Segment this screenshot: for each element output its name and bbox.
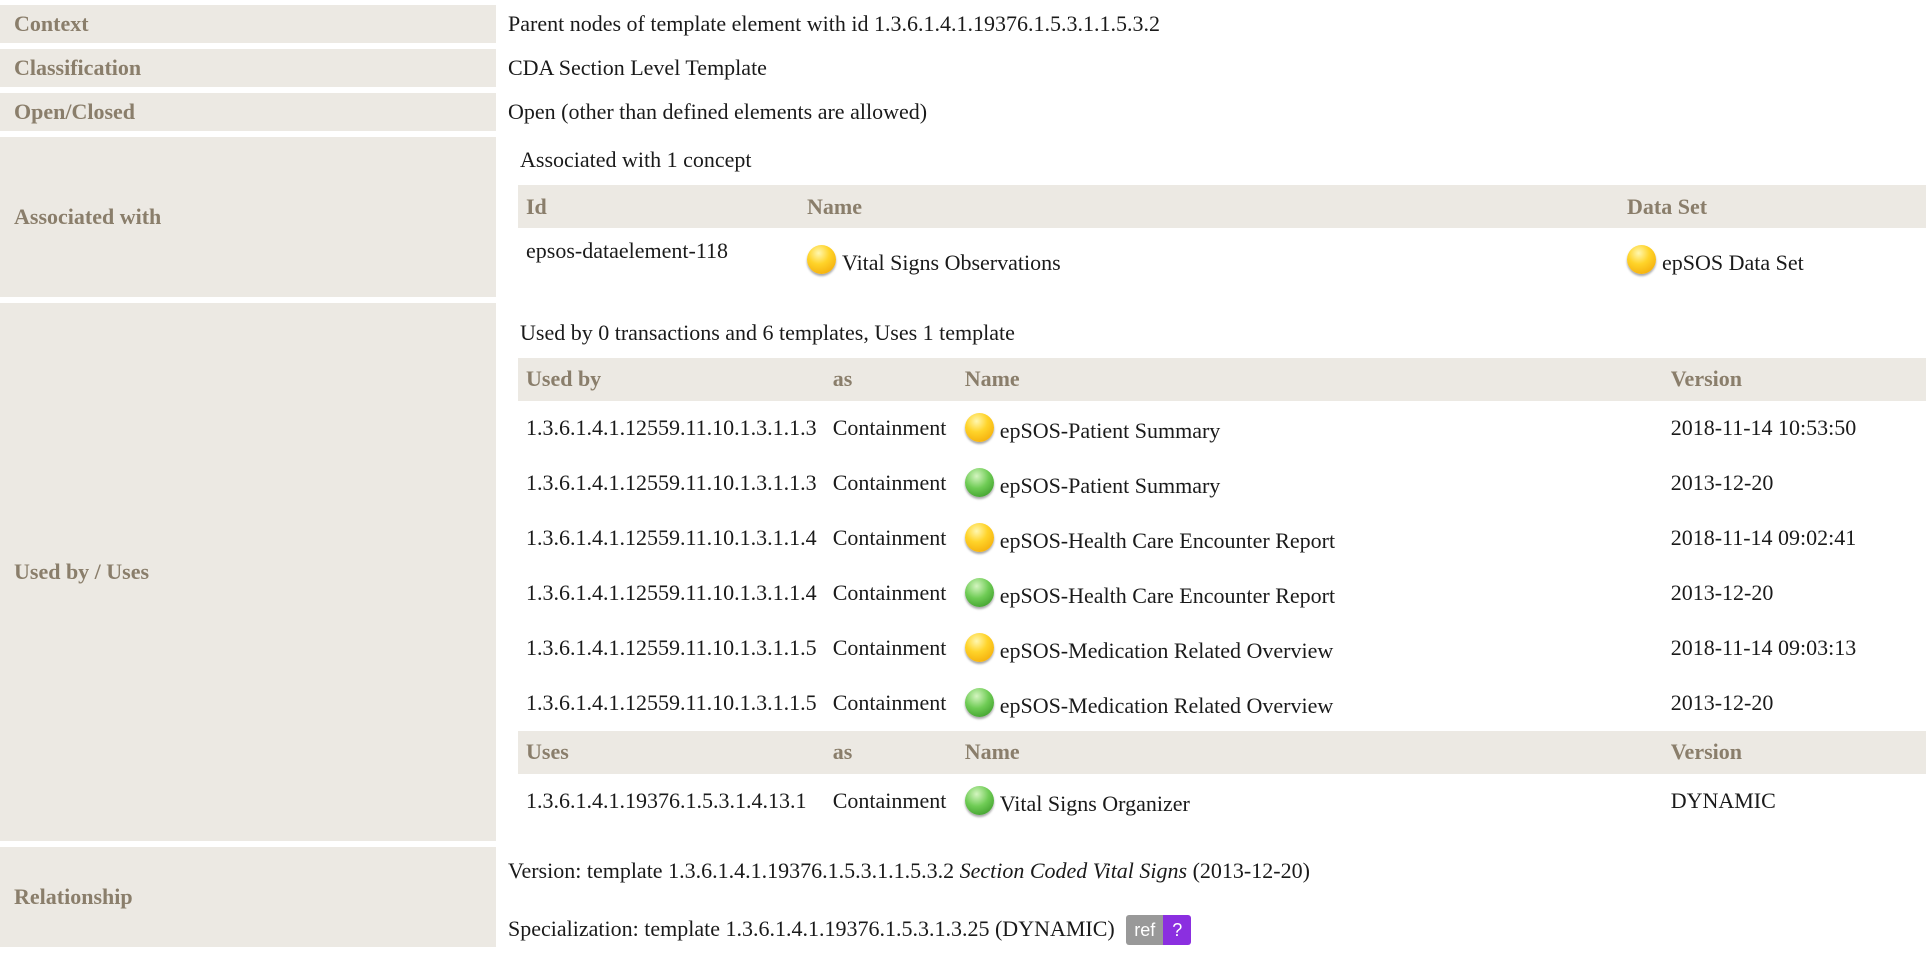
draft-status-icon <box>964 522 994 552</box>
open-closed-value: Open (other than defined elements are al… <box>508 99 928 124</box>
template-version: DYNAMIC <box>1670 788 1776 813</box>
template-id: 1.3.6.1.4.1.12559.11.10.1.3.1.1.4 <box>526 525 817 550</box>
relation-type: Containment <box>832 635 947 660</box>
relation-type: Containment <box>832 470 947 495</box>
used-by-table: Used by as Name Version 1.3.6.1.4.1.1255… <box>518 357 1926 829</box>
relation-type: Containment <box>832 415 947 440</box>
template-id: 1.3.6.1.4.1.12559.11.10.1.3.1.1.5 <box>526 690 817 715</box>
ref-button[interactable]: ref <box>1126 915 1164 946</box>
template-row: 1.3.6.1.4.1.12559.11.10.1.3.1.1.3 Contain… <box>518 401 1926 456</box>
classification-row: Classification CDA Section Level Templat… <box>0 49 1926 87</box>
draft-status-icon <box>964 412 994 442</box>
template-row: 1.3.6.1.4.1.12559.11.10.1.3.1.1.4 Contain… <box>518 511 1926 566</box>
col-name: Name <box>799 185 1619 228</box>
col-dataset: Data Set <box>1619 185 1926 228</box>
template-id: 1.3.6.1.4.1.12559.11.10.1.3.1.1.3 <box>526 470 817 495</box>
name-cell: epSOS-Medication Related Overview <box>957 621 1663 676</box>
name-cell: Vital Signs Observations <box>799 228 1619 293</box>
col-name: Name <box>956 730 1663 774</box>
name-link[interactable]: Vital Signs Observations <box>842 250 1061 275</box>
template-version: 2013-12-20 <box>1670 690 1774 715</box>
help-button[interactable]: ? <box>1163 915 1192 946</box>
context-value: Parent nodes of template element with id… <box>508 11 1160 36</box>
name-cell: epSOS Data Set <box>1619 228 1926 293</box>
name-cell: epSOS-Patient Summary <box>957 456 1663 511</box>
associated-concepts-table: Id Name Data Set epsos-dataelement-118 Vi… <box>518 185 1926 293</box>
concept-id: epsos-dataelement-118 <box>526 238 728 263</box>
template-version: 2013-12-20 <box>1670 580 1774 605</box>
col-used-by: Used by <box>518 357 825 401</box>
relationship-specialization: Specialization: template 1.3.6.1.4.1.193… <box>508 915 1926 946</box>
draft-status-icon <box>964 632 994 662</box>
template-row: 1.3.6.1.4.1.12559.11.10.1.3.1.1.3 Contain… <box>518 456 1926 511</box>
used-by-intro: Used by 0 transactions and 6 templates, … <box>520 319 1015 345</box>
concept-row: epsos-dataelement-118 Vital Signs Observa… <box>518 228 1926 293</box>
relation-type: Containment <box>832 525 947 550</box>
associated-label: Associated with <box>0 137 496 297</box>
template-row: 1.3.6.1.4.1.12559.11.10.1.3.1.1.5 Contain… <box>518 676 1926 731</box>
used-by-row: Used by / Uses Used by 0 transactions an… <box>0 303 1926 841</box>
context-row: Context Parent nodes of template element… <box>0 5 1926 43</box>
name-link[interactable]: epSOS-Health Care Encounter Report <box>1000 528 1335 553</box>
template-version: 2018-11-14 09:02:41 <box>1670 525 1857 550</box>
final-status-icon <box>964 785 994 815</box>
name-link[interactable]: Vital Signs Organizer <box>1000 791 1190 816</box>
relationship-version: Version: template 1.3.6.1.4.1.19376.1.5.… <box>508 857 1310 883</box>
name-cell: epSOS-Medication Related Overview <box>957 676 1663 731</box>
col-version: Version <box>1662 357 1926 401</box>
template-version: 2013-12-20 <box>1670 470 1774 495</box>
template-row: 1.3.6.1.4.1.12559.11.10.1.3.1.1.4 Contain… <box>518 566 1926 621</box>
name-link[interactable]: epSOS-Medication Related Overview <box>1000 693 1334 718</box>
col-as: as <box>824 730 957 774</box>
name-link[interactable]: epSOS-Health Care Encounter Report <box>1000 583 1335 608</box>
template-id: 1.3.6.1.4.1.19376.1.5.3.1.4.13.1 <box>526 788 807 813</box>
relationship-label: Relationship <box>0 847 496 947</box>
template-id: 1.3.6.1.4.1.12559.11.10.1.3.1.1.5 <box>526 635 817 660</box>
template-properties-table: Context Parent nodes of template element… <box>0 0 1926 953</box>
relation-type: Containment <box>832 580 947 605</box>
draft-status-icon <box>1627 245 1656 274</box>
draft-status-icon <box>807 245 836 274</box>
template-id: 1.3.6.1.4.1.12559.11.10.1.3.1.1.3 <box>526 415 817 440</box>
open-closed-label: Open/Closed <box>0 93 496 131</box>
relationship-version-name: Section Coded Vital Signs <box>959 857 1188 883</box>
template-row: 1.3.6.1.4.1.12559.11.10.1.3.1.1.5 Contain… <box>518 621 1926 676</box>
name-link[interactable]: epSOS-Medication Related Overview <box>1000 638 1334 663</box>
name-link[interactable]: epSOS Data Set <box>1662 250 1804 275</box>
relation-type: Containment <box>832 788 947 813</box>
context-label: Context <box>0 5 496 43</box>
col-uses: Uses <box>518 730 825 774</box>
name-link[interactable]: epSOS-Patient Summary <box>1000 418 1221 443</box>
relationship-row: Relationship Version: template 1.3.6.1.4… <box>0 847 1926 947</box>
template-version: 2018-11-14 09:03:13 <box>1670 635 1857 660</box>
used-by-label: Used by / Uses <box>0 303 496 841</box>
col-as: as <box>824 357 957 401</box>
template-row: 1.3.6.1.4.1.19376.1.5.3.1.4.13.1 Containm… <box>518 774 1926 829</box>
col-name: Name <box>956 357 1663 401</box>
associated-intro: Associated with 1 concept <box>520 147 752 172</box>
template-id: 1.3.6.1.4.1.12559.11.10.1.3.1.1.4 <box>526 580 817 605</box>
col-id: Id <box>518 185 799 228</box>
final-status-icon <box>964 687 994 717</box>
name-cell: epSOS-Health Care Encounter Report <box>957 566 1663 621</box>
name-link[interactable]: epSOS-Patient Summary <box>1000 473 1221 498</box>
open-closed-row: Open/Closed Open (other than defined ele… <box>0 93 1926 131</box>
name-cell: epSOS-Health Care Encounter Report <box>957 511 1663 566</box>
col-version: Version <box>1662 730 1926 774</box>
relation-type: Containment <box>832 690 947 715</box>
template-version: 2018-11-14 10:53:50 <box>1670 415 1857 440</box>
classification-value: CDA Section Level Template <box>508 55 767 80</box>
name-cell: Vital Signs Organizer <box>957 774 1663 829</box>
ref-badge[interactable]: ref ? <box>1126 915 1192 946</box>
classification-label: Classification <box>0 49 496 87</box>
final-status-icon <box>964 577 994 607</box>
associated-row: Associated with Associated with 1 concep… <box>0 137 1926 297</box>
name-cell: epSOS-Patient Summary <box>957 401 1663 456</box>
final-status-icon <box>964 467 994 497</box>
